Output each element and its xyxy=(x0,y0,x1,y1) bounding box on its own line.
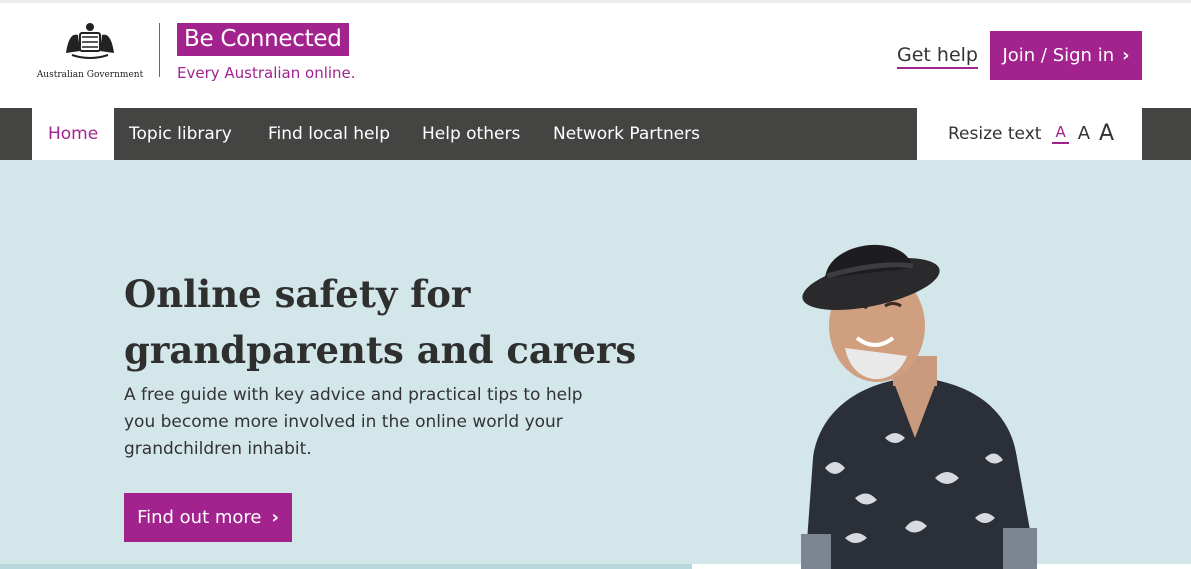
resize-text-label: Resize text xyxy=(948,124,1042,144)
join-sign-in-button[interactable]: Join / Sign in › xyxy=(990,31,1142,80)
chevron-right-icon: › xyxy=(1122,45,1130,66)
coat-of-arms-icon xyxy=(66,23,114,59)
hero-description: A free guide with key advice and practic… xyxy=(124,385,583,459)
text-size-medium[interactable]: A xyxy=(1078,125,1090,143)
find-out-more-label: Find out more xyxy=(137,507,262,528)
nav-item-home[interactable]: Home xyxy=(32,108,115,160)
nav-item-find-local-help[interactable]: Find local help xyxy=(268,108,390,160)
hero-title: Online safety for grandparents and carer… xyxy=(124,272,637,372)
nav-item-topic-library[interactable]: Topic library xyxy=(129,108,232,160)
hero-bottom-stripe xyxy=(0,564,692,569)
site-header: Australian Government Be Connected Every… xyxy=(0,3,1191,108)
text-size-small[interactable]: A xyxy=(1052,124,1069,144)
brand-tagline: Every Australian online. xyxy=(177,64,356,82)
brand-title[interactable]: Be Connected xyxy=(177,23,349,56)
main-nav: Home Topic library Find local help Help … xyxy=(0,108,1191,160)
nav-item-network-partners[interactable]: Network Partners xyxy=(553,108,700,160)
resize-text-control: Resize text A A A xyxy=(917,108,1142,160)
chevron-right-icon: › xyxy=(271,507,279,528)
brand-divider xyxy=(159,23,160,77)
get-help-link[interactable]: Get help xyxy=(897,44,978,69)
government-logo[interactable]: Australian Government xyxy=(34,21,146,83)
hero-banner: Online safety for grandparents and carer… xyxy=(0,160,1191,569)
hero-photo xyxy=(801,244,1037,569)
join-sign-in-label: Join / Sign in xyxy=(1002,45,1115,66)
find-out-more-button[interactable]: Find out more › xyxy=(124,493,292,542)
text-size-large[interactable]: A xyxy=(1099,123,1114,145)
nav-item-help-others[interactable]: Help others xyxy=(422,108,520,160)
government-name: Australian Government xyxy=(36,70,144,80)
